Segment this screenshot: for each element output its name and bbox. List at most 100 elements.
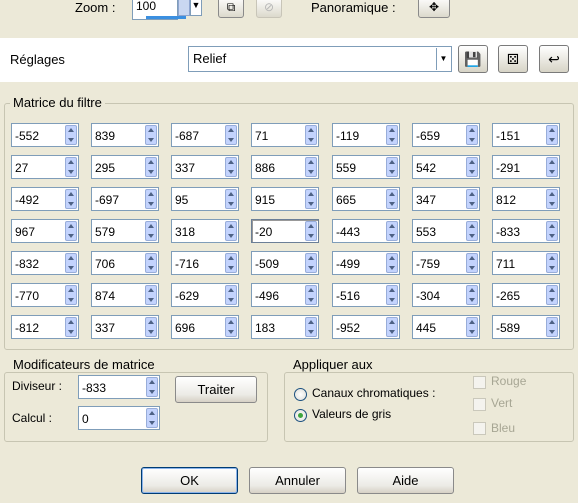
matrix-cell-stepper[interactable]: 95 xyxy=(171,187,239,211)
stepper-arrows-icon[interactable] xyxy=(546,189,558,209)
rouge-checkbox[interactable] xyxy=(473,376,486,389)
canaux-radio[interactable] xyxy=(294,388,307,401)
matrix-cell-stepper[interactable]: 874 xyxy=(91,283,159,307)
stepper-arrows-icon[interactable] xyxy=(466,253,478,273)
matrix-cell-stepper[interactable]: 559 xyxy=(332,155,400,179)
annuler-button[interactable]: Annuler xyxy=(249,467,346,494)
stepper-arrows-icon[interactable] xyxy=(145,189,157,209)
matrix-cell-stepper[interactable]: -659 xyxy=(412,123,480,147)
matrix-cell-stepper[interactable]: -832 xyxy=(11,251,79,275)
zoom-spin-arrows[interactable] xyxy=(178,0,190,16)
matrix-cell-stepper[interactable]: -812 xyxy=(11,315,79,339)
stepper-arrows-icon[interactable] xyxy=(466,221,478,241)
valeurs-gris-radio[interactable] xyxy=(294,409,307,422)
matrix-cell-stepper[interactable]: 347 xyxy=(412,187,480,211)
stepper-arrows-icon[interactable] xyxy=(65,253,77,273)
stepper-arrows-icon[interactable] xyxy=(225,253,237,273)
random-button[interactable]: ⚄ xyxy=(498,45,528,73)
stepper-arrows-icon[interactable] xyxy=(145,285,157,305)
matrix-cell-stepper[interactable]: 318 xyxy=(171,219,239,243)
stepper-arrows-icon[interactable] xyxy=(305,253,317,273)
save-preset-button[interactable]: 💾 xyxy=(458,45,488,73)
stepper-arrows-icon[interactable] xyxy=(546,125,558,145)
preset-select[interactable]: Relief ▼ xyxy=(188,46,452,72)
stepper-arrows-icon[interactable] xyxy=(386,189,398,209)
chevron-down-icon[interactable]: ▼ xyxy=(436,48,450,70)
matrix-cell-stepper[interactable]: -516 xyxy=(332,283,400,307)
aide-button[interactable]: Aide xyxy=(357,467,454,494)
reset-button[interactable]: ↩ xyxy=(539,45,569,73)
vert-checkbox[interactable] xyxy=(473,398,486,411)
matrix-cell-stepper[interactable]: 295 xyxy=(91,155,159,179)
matrix-cell-stepper[interactable]: -716 xyxy=(171,251,239,275)
matrix-cell-stepper[interactable]: -509 xyxy=(251,251,319,275)
stepper-arrows-icon[interactable] xyxy=(225,221,237,241)
matrix-cell-stepper[interactable]: 553 xyxy=(412,219,480,243)
ok-button[interactable]: OK xyxy=(141,467,238,494)
stepper-arrows-icon[interactable] xyxy=(546,157,558,177)
matrix-cell-stepper[interactable]: -119 xyxy=(332,123,400,147)
matrix-cell-stepper[interactable]: 27 xyxy=(11,155,79,179)
matrix-cell-stepper[interactable]: -629 xyxy=(171,283,239,307)
matrix-cell-stepper[interactable]: 711 xyxy=(492,251,560,275)
stepper-arrows-icon[interactable] xyxy=(305,221,317,241)
stepper-arrows-icon[interactable] xyxy=(225,157,237,177)
matrix-cell-stepper[interactable]: -687 xyxy=(171,123,239,147)
stepper-arrows-icon[interactable] xyxy=(65,285,77,305)
matrix-cell-stepper[interactable]: 337 xyxy=(91,315,159,339)
stepper-arrows-icon[interactable] xyxy=(546,317,558,337)
stepper-arrows-icon[interactable] xyxy=(65,189,77,209)
matrix-cell-stepper[interactable]: -589 xyxy=(492,315,560,339)
stepper-arrows-icon[interactable] xyxy=(225,125,237,145)
stepper-arrows-icon[interactable] xyxy=(65,125,77,145)
matrix-cell-stepper[interactable]: 542 xyxy=(412,155,480,179)
stepper-arrows-icon[interactable] xyxy=(466,317,478,337)
matrix-cell-stepper[interactable]: -443 xyxy=(332,219,400,243)
zoom-reset-button[interactable]: ⊘ xyxy=(256,0,282,18)
stepper-arrows-icon[interactable] xyxy=(145,221,157,241)
matrix-cell-stepper[interactable]: -552 xyxy=(11,123,79,147)
stepper-arrows-icon[interactable] xyxy=(386,253,398,273)
stepper-arrows-icon[interactable] xyxy=(305,285,317,305)
matrix-cell-stepper[interactable]: 886 xyxy=(251,155,319,179)
matrix-cell-stepper[interactable]: 71 xyxy=(251,123,319,147)
stepper-arrows-icon[interactable] xyxy=(305,157,317,177)
stepper-arrows-icon[interactable] xyxy=(65,317,77,337)
stepper-arrows-icon[interactable] xyxy=(546,221,558,241)
matrix-cell-stepper[interactable]: 445 xyxy=(412,315,480,339)
stepper-arrows-icon[interactable] xyxy=(466,189,478,209)
matrix-cell-stepper[interactable]: 967 xyxy=(11,219,79,243)
stepper-arrows-icon[interactable] xyxy=(305,317,317,337)
matrix-cell-stepper[interactable]: -697 xyxy=(91,187,159,211)
stepper-arrows-icon[interactable] xyxy=(386,157,398,177)
bleu-checkbox[interactable] xyxy=(473,422,486,435)
stepper-arrows-icon[interactable] xyxy=(386,285,398,305)
matrix-cell-stepper[interactable]: 665 xyxy=(332,187,400,211)
matrix-cell-stepper[interactable]: -496 xyxy=(251,283,319,307)
matrix-cell-stepper[interactable]: -759 xyxy=(412,251,480,275)
matrix-cell-stepper[interactable]: 706 xyxy=(91,251,159,275)
stepper-arrows-icon[interactable] xyxy=(146,408,158,428)
matrix-cell-stepper[interactable]: 812 xyxy=(492,187,560,211)
stepper-arrows-icon[interactable] xyxy=(225,285,237,305)
matrix-cell-stepper[interactable]: -833 xyxy=(492,219,560,243)
stepper-arrows-icon[interactable] xyxy=(146,377,158,397)
stepper-arrows-icon[interactable] xyxy=(386,317,398,337)
stepper-arrows-icon[interactable] xyxy=(305,125,317,145)
matrix-cell-stepper[interactable]: 579 xyxy=(91,219,159,243)
traiter-button[interactable]: Traiter xyxy=(175,376,257,403)
matrix-cell-stepper[interactable]: 915 xyxy=(251,187,319,211)
matrix-cell-stepper[interactable]: 839 xyxy=(91,123,159,147)
stepper-arrows-icon[interactable] xyxy=(145,253,157,273)
stepper-arrows-icon[interactable] xyxy=(65,157,77,177)
stepper-arrows-icon[interactable] xyxy=(386,125,398,145)
stepper-arrows-icon[interactable] xyxy=(466,157,478,177)
stepper-arrows-icon[interactable] xyxy=(225,317,237,337)
stepper-arrows-icon[interactable] xyxy=(386,221,398,241)
matrix-cell-stepper[interactable]: -304 xyxy=(412,283,480,307)
zoom-fit-button[interactable]: ⧉ xyxy=(218,0,244,18)
matrix-cell-stepper[interactable]: -492 xyxy=(11,187,79,211)
stepper-arrows-icon[interactable] xyxy=(225,189,237,209)
diviseur-stepper[interactable]: -833 xyxy=(78,375,160,399)
matrix-cell-stepper[interactable]: 183 xyxy=(251,315,319,339)
